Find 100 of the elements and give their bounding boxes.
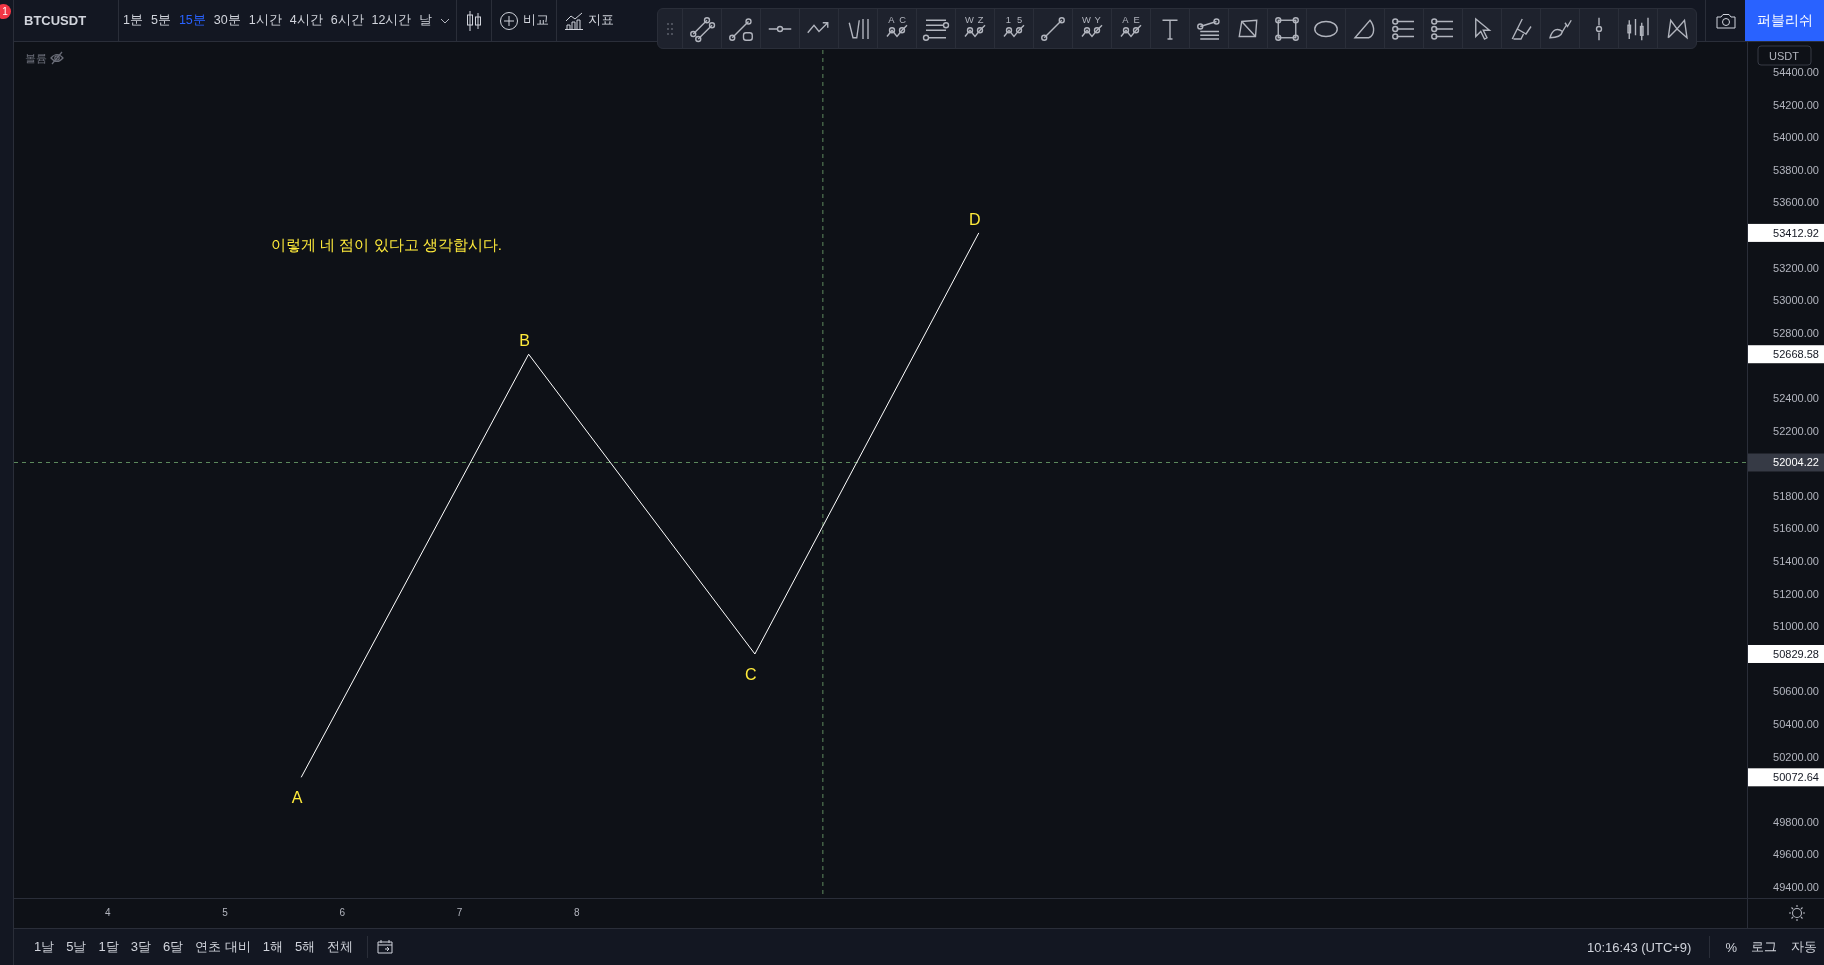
currency-label: USDT	[1769, 50, 1799, 62]
price-tag-label: 53412.92	[1773, 226, 1819, 239]
tool-button[interactable]: W Z	[955, 9, 994, 48]
point-label: D	[969, 210, 981, 228]
price-label: 51000.00	[1773, 620, 1819, 633]
caret-icon[interactable]	[440, 17, 451, 24]
zigzag-icon	[964, 24, 986, 38]
price-label: 54400.00	[1773, 66, 1819, 79]
levels-icon	[1431, 17, 1454, 40]
clock-label: 10:16:43 (UTC+9)	[1586, 939, 1693, 955]
zigzag-icon	[886, 24, 908, 38]
fork-icon	[848, 17, 869, 40]
range-button[interactable]: 연초 대비	[189, 938, 257, 956]
publish-button[interactable]: 퍼블리쉬	[1745, 0, 1824, 41]
interval-button[interactable]: 30분	[209, 5, 245, 36]
price-label: 49600.00	[1773, 848, 1819, 861]
indicators-button[interactable]: 지표	[559, 4, 615, 37]
price-tag-label: 50829.28	[1773, 648, 1819, 660]
levels-icon	[1392, 17, 1415, 40]
range-button[interactable]: 1날	[28, 938, 61, 956]
price-label: 51800.00	[1773, 489, 1819, 502]
price-label: 53200.00	[1773, 261, 1819, 274]
price-tag-label: 52668.58	[1773, 348, 1819, 361]
interval-button[interactable]: 15분	[174, 5, 210, 36]
scale-option[interactable]: 자동	[1784, 938, 1824, 956]
currency-badge[interactable]	[1757, 45, 1812, 66]
chart-note: 이렇게 네 점이 있다고 생각합시다.	[271, 236, 502, 253]
time-label: 6	[339, 907, 345, 918]
point-label: A	[291, 789, 303, 807]
calendar-icon[interactable]	[376, 939, 395, 955]
vertical-line-icon	[1595, 16, 1603, 41]
range-button[interactable]: 5해	[289, 938, 322, 956]
range-button[interactable]: 6달	[156, 938, 190, 956]
interval-button[interactable]: 5분	[146, 5, 175, 36]
interval-button[interactable]: 4시간	[285, 5, 327, 36]
quadrilateral-icon	[1238, 19, 1258, 37]
time-label: 8	[573, 907, 580, 918]
candlestick-icon[interactable]	[465, 9, 484, 32]
interval-button[interactable]: 6시간	[326, 5, 368, 36]
range-button[interactable]: 전체	[321, 938, 360, 956]
price-label: 50200.00	[1773, 750, 1819, 763]
scale-option[interactable]: 로그	[1744, 938, 1784, 956]
interval-button[interactable]: 1시간	[244, 5, 286, 36]
time-label: 7	[456, 907, 463, 918]
time-label: 5	[222, 907, 228, 918]
tool-button[interactable]: A C	[877, 9, 916, 48]
pattern-icon	[1667, 17, 1688, 40]
fan-lines-icon	[1197, 17, 1220, 40]
price-label: 54000.00	[1773, 131, 1819, 144]
zigzag-icon	[1003, 24, 1025, 38]
price-label: 49800.00	[1773, 815, 1819, 828]
range-button[interactable]: 3달	[124, 938, 157, 956]
tool-button[interactable]: 1 5	[994, 9, 1033, 48]
arc-icon	[1354, 19, 1375, 38]
price-label: 52400.00	[1773, 392, 1819, 404]
notification-badge: 1	[0, 4, 11, 19]
interval-button[interactable]: 1분	[119, 5, 147, 36]
zigzag-icon	[1120, 24, 1142, 38]
hidden-eye-icon[interactable]	[50, 51, 64, 65]
tool-button[interactable]: W Y	[1072, 9, 1111, 48]
compare-button[interactable]: 비교	[494, 4, 555, 37]
cursor-icon	[1475, 17, 1492, 40]
settings-icon[interactable]	[1788, 904, 1806, 922]
point-label: C	[745, 666, 757, 683]
price-label: 53600.00	[1773, 196, 1819, 209]
symbol-label[interactable]: BTCUSDT	[14, 0, 119, 41]
scale-option[interactable]: %	[1718, 939, 1744, 955]
interval-button[interactable]: 12시간	[367, 5, 416, 36]
tool-button[interactable]: A E	[1111, 9, 1150, 48]
zigzag-arrow-icon	[807, 21, 829, 33]
grip-icon[interactable]	[666, 21, 674, 36]
price-label: 53000.00	[1773, 294, 1819, 307]
levels-icon	[922, 19, 950, 41]
plus-icon	[499, 10, 520, 31]
crosshair-price: 52004.22	[1773, 456, 1819, 469]
line-square-icon	[729, 17, 753, 41]
price-label: 54200.00	[1773, 98, 1819, 111]
price-label: 49400.00	[1773, 880, 1819, 893]
range-button[interactable]: 5날	[60, 938, 93, 956]
rectangle-icon	[1275, 16, 1299, 41]
price-label: 50600.00	[1773, 685, 1819, 698]
text-tool-icon	[1161, 19, 1179, 40]
price-label: 50400.00	[1773, 717, 1819, 730]
point-label: B	[519, 332, 530, 350]
brush-icon	[1549, 19, 1572, 38]
line-icon	[1041, 16, 1065, 41]
price-label: 51400.00	[1773, 554, 1819, 567]
price-label: 51600.00	[1773, 522, 1819, 535]
zigzag-icon	[1081, 24, 1103, 38]
price-label: 53800.00	[1773, 163, 1819, 176]
price-tag-label: 50072.64	[1773, 771, 1819, 784]
legend-label: 볼륨	[25, 52, 47, 64]
parallel-lines-icon	[690, 16, 716, 42]
ellipse-icon	[1314, 20, 1338, 37]
range-button[interactable]: 1해	[256, 938, 290, 956]
horizontal-line-icon	[768, 25, 792, 32]
interval-button[interactable]: 날	[415, 5, 437, 36]
price-label: 52200.00	[1773, 424, 1819, 437]
range-button[interactable]: 1달	[92, 938, 125, 956]
price-label: 51200.00	[1773, 587, 1819, 600]
